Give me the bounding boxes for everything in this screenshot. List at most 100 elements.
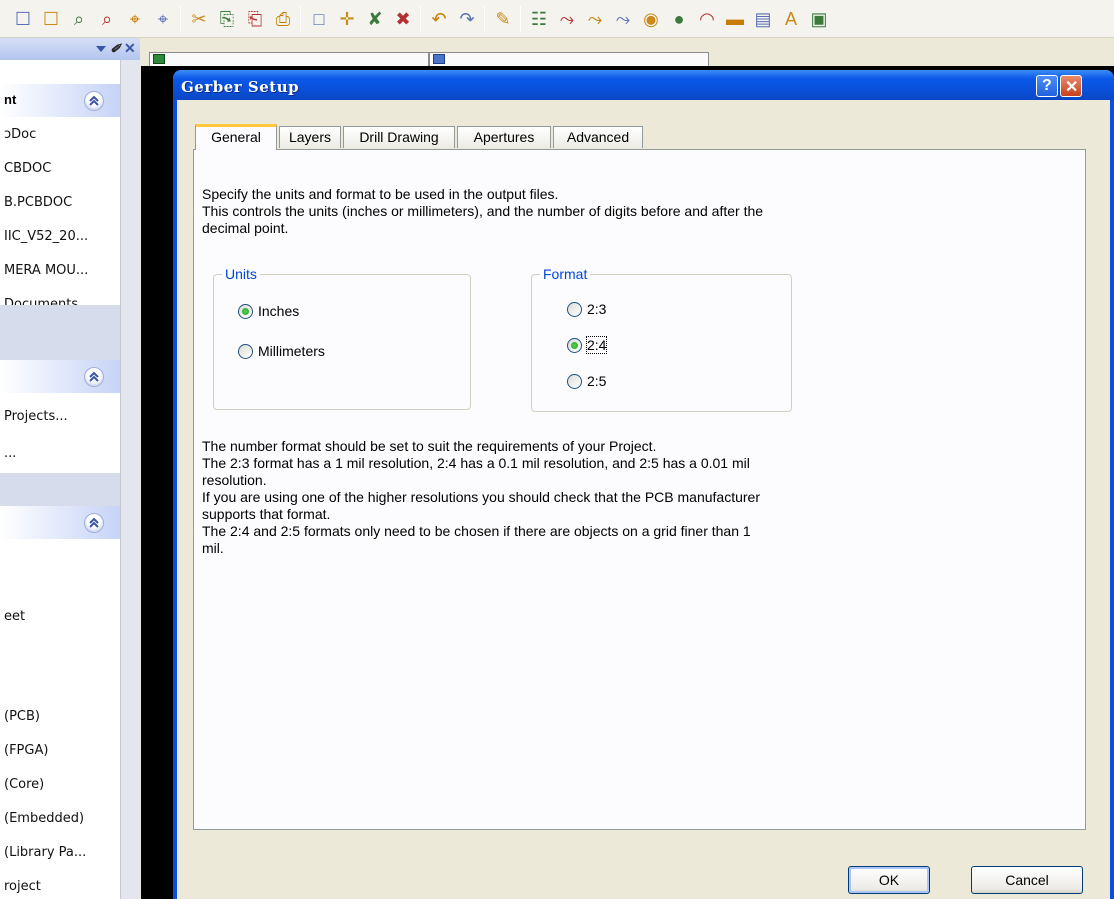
panel-list-item[interactable]: IIC_V52_20...	[4, 229, 88, 244]
undo-icon[interactable]: ↶	[428, 8, 450, 30]
place-arc-icon[interactable]: ◠	[696, 8, 718, 30]
close-icon: ✕	[1065, 79, 1079, 96]
format-legend: Format	[540, 266, 591, 282]
tab-advanced[interactable]: Advanced	[553, 126, 643, 148]
panel-list-item[interactable]: (PCB)	[4, 709, 40, 724]
deselect-icon[interactable]: ✘	[364, 8, 386, 30]
intro-text-line: Specify the units and format to be used …	[202, 186, 559, 202]
panel-list-item[interactable]: roject	[4, 879, 41, 894]
question-mark-icon: ?	[1042, 77, 1052, 94]
radio-unselected-icon[interactable]	[567, 302, 582, 317]
collapse-chevron-icon[interactable]	[84, 91, 104, 111]
panel-spacer	[0, 473, 120, 506]
collapse-chevron-icon[interactable]	[84, 513, 104, 533]
highlight-icon[interactable]: ✎	[492, 8, 514, 30]
format-2-5-radio[interactable]: 2:5	[567, 372, 647, 392]
format-groupbox: Format 2:3 2:4 2:5	[531, 266, 792, 412]
panel-list-item[interactable]: CBDOC	[4, 161, 51, 176]
format-2-4-radio[interactable]: 2:4	[567, 336, 647, 356]
close-panel-icon[interactable]: ✕	[124, 40, 136, 57]
select-area-icon[interactable]: □	[308, 8, 330, 30]
ok-button[interactable]: OK	[848, 866, 930, 894]
radio-label-millimeters: Millimeters	[258, 343, 325, 359]
place-via-icon[interactable]: ●	[668, 8, 690, 30]
zoom-fit-icon[interactable]: ⌖	[152, 8, 174, 30]
help-text-line: The 2:4 and 2:5 formats only need to be …	[202, 523, 751, 539]
units-millimeters-radio[interactable]: Millimeters	[238, 342, 378, 362]
radio-label-2-3: 2:3	[587, 301, 607, 317]
place-pad-icon[interactable]: ◉	[640, 8, 662, 30]
toolbar-separator	[300, 6, 301, 32]
multi-route-icon[interactable]: ⤳	[584, 8, 606, 30]
move-icon[interactable]: ✛	[336, 8, 358, 30]
radio-label-2-5: 2:5	[587, 373, 607, 389]
copy-icon[interactable]: ⎘	[216, 8, 238, 30]
panel-list-item[interactable]: ...	[4, 446, 16, 461]
place-fill-icon[interactable]: ▬	[724, 8, 746, 30]
units-groupbox: Units Inches Millimeters	[213, 266, 471, 410]
help-text-line: resolution.	[202, 472, 267, 488]
paste-icon[interactable]: ⎗	[244, 8, 266, 30]
cut-icon[interactable]: ✂	[188, 8, 210, 30]
section-header-projects[interactable]	[0, 360, 120, 393]
cancel-button[interactable]: Cancel	[971, 866, 1083, 894]
format-2-3-radio[interactable]: 2:3	[567, 300, 647, 320]
tab-layers[interactable]: Layers	[279, 126, 341, 148]
close-button[interactable]: ✕	[1060, 75, 1082, 97]
rubber-stamp-icon[interactable]: ⎙	[272, 8, 294, 30]
place-string-icon[interactable]: A	[780, 8, 802, 30]
place-region-icon[interactable]: ▤	[752, 8, 774, 30]
redo-icon[interactable]: ↷	[456, 8, 478, 30]
help-text-line: The number format should be set to suit …	[202, 438, 657, 454]
panel-list-item[interactable]: (FPGA)	[4, 743, 48, 758]
radio-selected-icon[interactable]	[238, 304, 253, 319]
panel-scrollbar[interactable]	[120, 60, 140, 899]
help-text-line: If you are using one of the higher resol…	[202, 489, 760, 505]
section-header-new[interactable]	[0, 506, 120, 539]
dialog-body: General Layers Drill Drawing Apertures A…	[177, 100, 1110, 899]
radio-unselected-icon[interactable]	[567, 374, 582, 389]
panel-list-item[interactable]: (Embedded)	[4, 811, 84, 826]
document-tab[interactable]	[149, 52, 429, 66]
dialog-titlebar[interactable]: Gerber Setup ? ✕	[173, 70, 1114, 100]
radio-unselected-icon[interactable]	[238, 344, 253, 359]
radio-selected-icon[interactable]	[567, 338, 582, 353]
zoom-page-icon[interactable]: ☐	[12, 8, 34, 30]
toolbar-separator	[520, 6, 521, 32]
pcb-doc-icon	[153, 54, 165, 64]
zoom-select-icon[interactable]: ⌖	[124, 8, 146, 30]
interactive-route-icon[interactable]: ⤳	[556, 8, 578, 30]
place-component-icon[interactable]: ▣	[808, 8, 830, 30]
pin-icon[interactable]: ✐	[110, 41, 121, 57]
panel-list-item[interactable]: MERA MOU...	[4, 263, 88, 278]
panel-list-item[interactable]: (Core)	[4, 777, 44, 792]
clear-filter-icon[interactable]: ✖	[392, 8, 414, 30]
zoom-sheet-icon[interactable]: ☐	[40, 8, 62, 30]
dialog-title: Gerber Setup	[181, 78, 300, 96]
document-tab[interactable]	[429, 52, 709, 66]
help-button[interactable]: ?	[1036, 75, 1058, 97]
browse-icon[interactable]: ☷	[528, 8, 550, 30]
panel-list-item[interactable]: ɔDoc	[4, 127, 36, 142]
units-inches-radio[interactable]: Inches	[238, 302, 358, 322]
section-header-workspace[interactable]: nt	[0, 84, 120, 117]
dropdown-arrow-icon[interactable]	[96, 46, 106, 52]
panel-list-item[interactable]: Projects...	[4, 409, 68, 424]
general-tab-panel: Specify the units and format to be used …	[193, 149, 1086, 830]
recent-projects-list: Projects......	[0, 393, 120, 473]
recent-documents-list: ɔDoc CBDOC B.PCBDOC IIC_V52_20... MERA MOU..…	[0, 117, 120, 346]
help-text-line: supports that format.	[202, 506, 331, 522]
panel-list-item[interactable]: B.PCBDOC	[4, 195, 72, 210]
tab-drill-drawing[interactable]: Drill Drawing	[343, 126, 455, 148]
panel-list-item[interactable]: eet	[4, 609, 25, 624]
document-tabs	[141, 38, 1114, 66]
diff-pair-icon[interactable]: ⤳	[612, 8, 634, 30]
panel-list-item[interactable]: (Library Pa...	[4, 845, 86, 860]
units-legend: Units	[222, 266, 260, 282]
help-text-line: The 2:3 format has a 1 mil resolution, 2…	[202, 455, 750, 471]
tab-apertures[interactable]: Apertures	[457, 126, 551, 148]
zoom-area-icon[interactable]: ⌕	[68, 8, 90, 30]
zoom-point-icon[interactable]: ⌕	[96, 8, 118, 30]
tab-general[interactable]: General	[195, 124, 277, 150]
collapse-chevron-icon[interactable]	[84, 367, 104, 387]
